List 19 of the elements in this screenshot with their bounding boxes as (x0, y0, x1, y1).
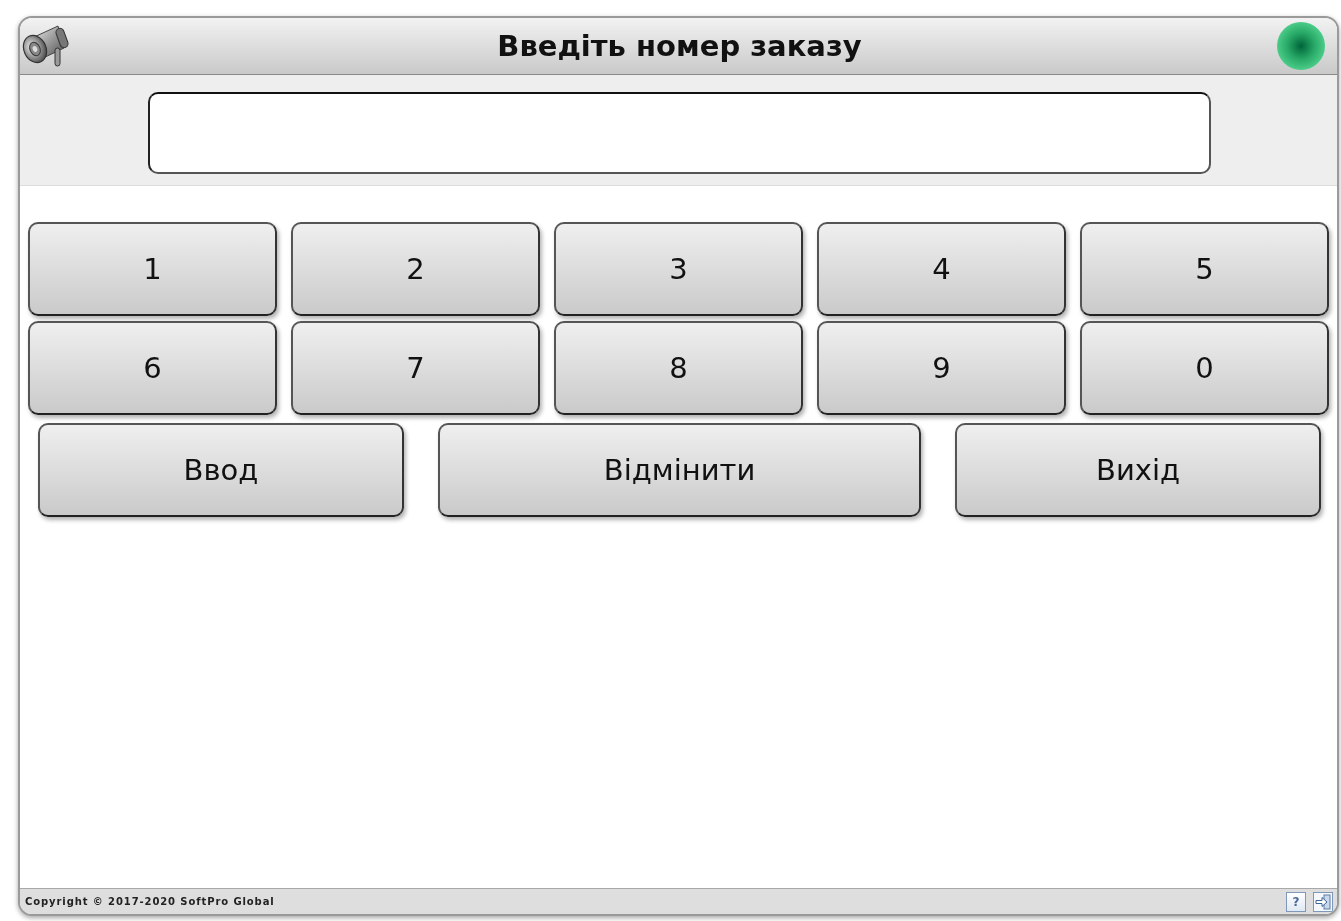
digit-key[interactable]: 7 (291, 321, 540, 415)
megaphone-icon[interactable] (22, 24, 70, 68)
digit-key[interactable]: 1 (28, 222, 277, 316)
order-number-field[interactable] (148, 92, 1211, 174)
digit-key[interactable]: 4 (817, 222, 1066, 316)
status-light-icon (1277, 22, 1325, 70)
digit-key[interactable]: 5 (1080, 222, 1329, 316)
action-button[interactable]: Вихід (955, 423, 1321, 517)
digit-key[interactable]: 9 (817, 321, 1066, 415)
digit-key[interactable]: 8 (554, 321, 803, 415)
action-button[interactable]: Відмінити (438, 423, 921, 517)
digit-key[interactable]: 2 (291, 222, 540, 316)
help-button[interactable]: ? (1286, 891, 1306, 912)
action-button[interactable]: Ввод (38, 423, 404, 517)
digit-key[interactable]: 0 (1080, 321, 1329, 415)
copyright-text: Copyright © 2017-2020 SoftPro Global (25, 896, 275, 907)
window-title: Введіть номер заказу (496, 29, 863, 63)
digit-key[interactable]: 6 (28, 321, 277, 415)
digit-key[interactable]: 3 (554, 222, 803, 316)
